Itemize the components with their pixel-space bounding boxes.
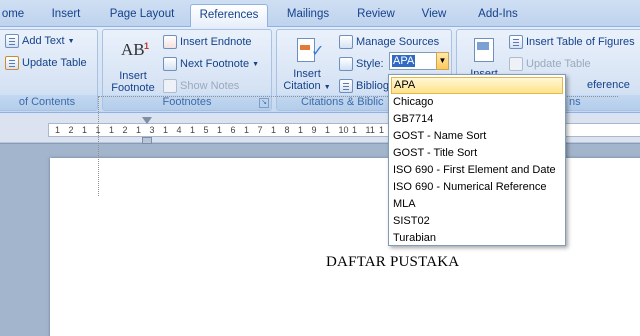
- manage-sources-button[interactable]: Manage Sources: [339, 35, 439, 49]
- insert-footnote-button[interactable]: AB 1 Insert Footnote: [107, 38, 159, 94]
- insert-footnote-label-1: Insert: [119, 70, 147, 82]
- style-label: Style:: [356, 58, 384, 70]
- table-of-figures-icon: [509, 35, 523, 49]
- insert-endnote-label: Insert Endnote: [180, 36, 252, 48]
- style-option[interactable]: ISO 690 - First Element and Date: [389, 162, 565, 179]
- style-option[interactable]: MLA: [389, 196, 565, 213]
- tab-mailings[interactable]: Mailings: [278, 4, 338, 27]
- citation-style-value: APA: [392, 55, 416, 67]
- ruler-number: 2: [68, 125, 74, 135]
- show-notes-button[interactable]: Show Notes: [163, 79, 239, 93]
- cross-reference-label: eference: [587, 79, 630, 91]
- cross-reference-button[interactable]: eference: [587, 79, 630, 91]
- insert-endnote-button[interactable]: Insert Endnote: [163, 35, 252, 49]
- tab-review[interactable]: Review: [350, 4, 402, 27]
- update-table-figures-icon: [509, 57, 523, 71]
- bibliography-button[interactable]: Bibliog: [339, 79, 389, 93]
- style-option[interactable]: GOST - Name Sort: [389, 128, 565, 145]
- ribbon-tab-bar: ome Insert Page Layout References Mailin…: [0, 0, 640, 28]
- table-of-contents-group: Add Text ▼ Update Table of Contents: [0, 29, 98, 111]
- add-text-label: Add Text: [22, 35, 65, 47]
- show-notes-label: Show Notes: [180, 80, 240, 92]
- insert-footnote-icon: AB 1: [121, 40, 150, 59]
- style-option[interactable]: APA: [391, 77, 563, 94]
- insert-table-of-figures-label: Insert Table of Figures: [526, 36, 635, 48]
- style-option[interactable]: Turabian: [389, 230, 565, 247]
- style-option[interactable]: Chicago: [389, 94, 565, 111]
- style-option[interactable]: ISO 690 - Numerical Reference: [389, 179, 565, 196]
- style-option[interactable]: GB7714: [389, 111, 565, 128]
- update-table-label: Update Table: [22, 57, 87, 69]
- update-table-icon: [5, 56, 19, 70]
- document-title: DAFTAR PUSTAKA: [326, 254, 460, 270]
- style-dropdown-arrow-icon[interactable]: ▼: [436, 52, 449, 70]
- chevron-down-icon: ▼: [252, 60, 260, 68]
- insert-endnote-icon: [163, 35, 177, 49]
- bibliography-icon: [339, 79, 353, 93]
- style-icon: [339, 57, 353, 71]
- style-option[interactable]: GOST - Title Sort: [389, 145, 565, 162]
- insert-caption-icon: [468, 36, 500, 66]
- tab-home[interactable]: ome: [0, 4, 28, 27]
- tab-view[interactable]: View: [414, 4, 454, 27]
- next-footnote-button[interactable]: Next Footnote ▼: [163, 57, 259, 71]
- tab-references[interactable]: References: [190, 4, 268, 28]
- add-text-icon: [5, 34, 19, 48]
- tab-page-layout[interactable]: Page Layout: [102, 4, 182, 27]
- next-footnote-label: Next Footnote: [180, 58, 250, 70]
- add-text-button[interactable]: Add Text ▼: [5, 34, 75, 48]
- bibliography-label: Bibliog: [356, 80, 390, 92]
- chevron-down-icon: ▼: [67, 37, 75, 45]
- insert-footnote-label-2: Footnote: [111, 82, 155, 94]
- style-control: Style:: [339, 57, 384, 71]
- update-table-button[interactable]: Update Table: [5, 56, 87, 70]
- next-footnote-icon: [163, 57, 177, 71]
- insert-citation-icon: ✓: [291, 36, 324, 66]
- citation-style-dropdown: APA Chicago GB7714 GOST - Name Sort GOST - T…: [388, 74, 566, 246]
- update-table-figures-label: Update Table: [526, 58, 591, 70]
- update-table-figures-button[interactable]: Update Table: [509, 57, 591, 71]
- ruler-number: 1: [55, 125, 61, 135]
- style-option[interactable]: SIST02: [389, 213, 565, 230]
- insert-citation-button[interactable]: ✓ Insert Citation ▼: [281, 36, 333, 94]
- insert-table-of-figures-button[interactable]: Insert Table of Figures: [509, 35, 635, 49]
- insert-citation-label-1: Insert: [293, 68, 321, 80]
- manage-sources-icon: [339, 35, 353, 49]
- group-label-table-of-contents: of Contents: [0, 95, 97, 110]
- citation-style-select[interactable]: APA: [389, 52, 437, 70]
- tab-insert[interactable]: Insert: [44, 4, 88, 27]
- manage-sources-label: Manage Sources: [356, 36, 440, 48]
- insert-citation-label-2: Citation ▼: [283, 80, 331, 92]
- tab-add-ins[interactable]: Add-Ins: [470, 4, 526, 27]
- show-notes-icon: [163, 79, 177, 93]
- ruler-number: 1: [82, 125, 88, 135]
